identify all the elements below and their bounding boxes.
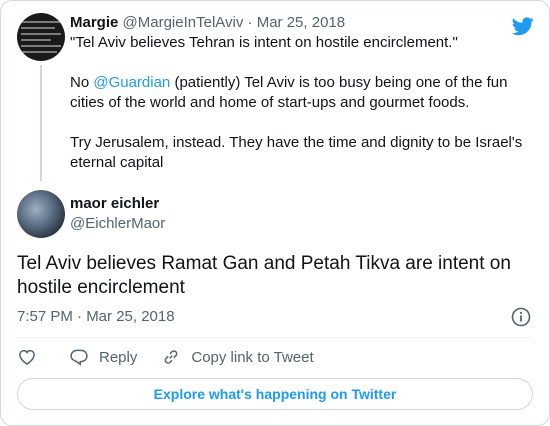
- reply-button[interactable]: Reply: [69, 347, 137, 367]
- avatar-maor[interactable]: [17, 190, 65, 238]
- parent-tweet-line-2: No @Guardian (patiently) Tel Aviv is too…: [70, 73, 540, 113]
- main-author-handle[interactable]: @EichlerMaor: [70, 214, 165, 234]
- main-tweet-timestamp[interactable]: 7:57 PM · Mar 25, 2018: [17, 307, 175, 327]
- tweet-card: Margie @MargieInTelAviv · Mar 25, 2018 "…: [0, 0, 550, 426]
- reply-bubble-icon: [70, 349, 88, 366]
- meta-separator: ·: [247, 14, 253, 31]
- line2-prefix: No: [70, 74, 94, 91]
- info-icon[interactable]: [511, 307, 531, 327]
- parent-tweet-line-3: Try Jerusalem, instead. They have the ti…: [70, 134, 523, 171]
- main-author-name[interactable]: maor eichler: [70, 194, 165, 214]
- link-icon: [164, 350, 178, 364]
- reply-label: Reply: [99, 348, 138, 366]
- explore-twitter-button[interactable]: Explore what's happening on Twitter: [17, 378, 533, 410]
- parent-tweet-text: "Tel Aviv believes Tehran is intent on h…: [70, 33, 540, 173]
- tweet-actions: Reply Copy link to Tweet: [17, 347, 314, 367]
- parent-author-name[interactable]: Margie: [70, 14, 118, 31]
- parent-author-handle[interactable]: @MargieInTelAviv: [123, 14, 244, 31]
- thread-connector-line: [40, 65, 42, 181]
- copy-link-button[interactable]: Copy link to Tweet: [161, 347, 314, 367]
- copy-link-label: Copy link to Tweet: [191, 348, 314, 366]
- parent-tweet-date[interactable]: Mar 25, 2018: [257, 14, 345, 31]
- avatar-margie[interactable]: [17, 13, 65, 61]
- like-button[interactable]: [17, 347, 37, 367]
- heart-icon: [19, 349, 35, 365]
- parent-tweet-meta: Margie @MargieInTelAviv · Mar 25, 2018: [70, 13, 540, 33]
- main-tweet-text: Tel Aviv believes Ramat Gan and Petah Ti…: [17, 253, 511, 298]
- parent-tweet-line-1: "Tel Aviv believes Tehran is intent on h…: [70, 34, 458, 51]
- mention-guardian[interactable]: @Guardian: [93, 74, 170, 91]
- divider: [17, 337, 533, 338]
